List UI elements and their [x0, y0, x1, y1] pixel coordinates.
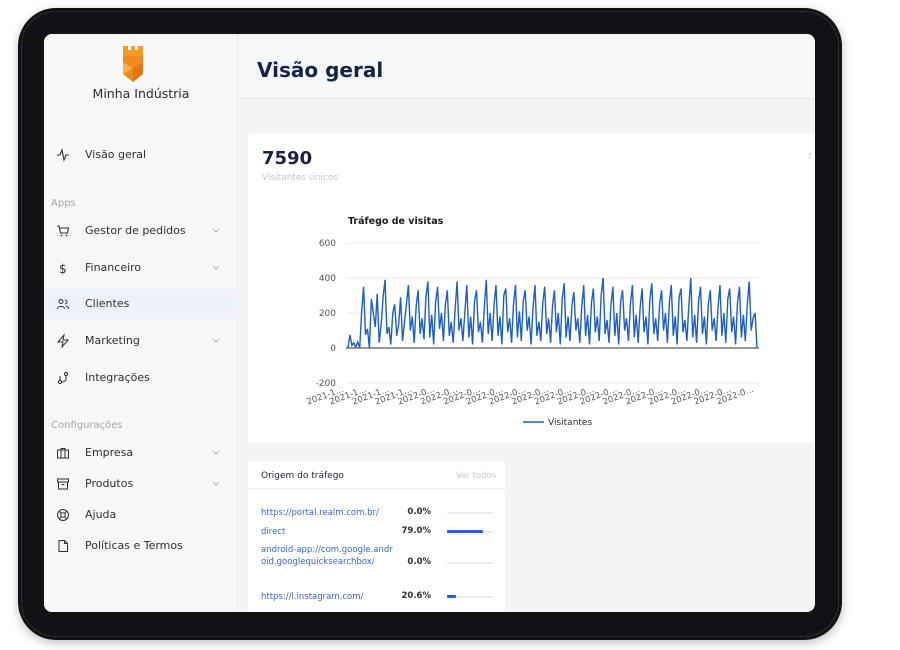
chevron-down-icon[interactable] — [212, 226, 220, 234]
visitors-card: 7590 Visitantes únicos 7 Tráfego de visi… — [248, 134, 815, 443]
y-tick-label: 200 — [319, 309, 336, 319]
corner-value: 7 — [807, 152, 813, 161]
chevron-down-icon[interactable] — [212, 479, 220, 487]
traffic-card-header: Origem do tráfego Ver todos — [248, 461, 505, 489]
section-label-apps: Apps — [51, 198, 76, 209]
view-all-link[interactable]: Ver todos — [456, 471, 496, 481]
sidebar-item-clientes[interactable]: Clientes — [44, 289, 238, 319]
app-screen: Minha Indústria Visão geral Apps Gestor … — [44, 34, 815, 612]
sidebar-item-label: Integrações — [85, 371, 150, 384]
traffic-bar-fill — [447, 595, 457, 598]
svg-text:$: $ — [59, 262, 67, 275]
main-content: Visão geral 7590 Visitantes únicos 7 Trá… — [239, 34, 815, 612]
dollar-icon: $ — [59, 262, 67, 275]
traffic-source-bar — [447, 530, 493, 533]
sidebar-item-label: Gestor de pedidos — [85, 224, 186, 237]
sidebar-item-ajuda[interactable]: Ajuda — [44, 500, 238, 530]
users-icon — [57, 299, 69, 310]
page-title: Visão geral — [257, 58, 384, 82]
y-tick-label: 600 — [319, 239, 336, 249]
traffic-source-link[interactable]: https://l.instagram.com/ — [261, 591, 396, 603]
zap-icon — [56, 334, 70, 348]
traffic-bar-fill — [447, 530, 484, 533]
sidebar-item-gestor-de-pedidos[interactable]: Gestor de pedidos — [44, 216, 238, 246]
sidebar-item-integracoes[interactable]: Integrações — [44, 363, 238, 393]
traffic-card-title: Origem do tráfego — [261, 471, 344, 481]
sidebar-item-label: Clientes — [85, 297, 130, 310]
traffic-source-pct: 0.0% — [407, 557, 431, 567]
traffic-source-pct: 20.6% — [401, 591, 432, 601]
chevron-down-icon[interactable] — [212, 263, 220, 271]
sidebar-item-label: Visão geral — [85, 148, 147, 161]
activity-icon — [57, 148, 69, 162]
traffic-source-pct: 79.0% — [401, 526, 432, 536]
chevron-down-icon[interactable] — [212, 336, 220, 344]
sidebar-item-empresa[interactable]: Empresa — [44, 438, 238, 468]
brand-logo-icon — [123, 46, 143, 82]
sidebar-item-label: Marketing — [85, 334, 140, 347]
traffic-source-bar — [447, 562, 493, 564]
unique-visitors-label: Visitantes únicos — [262, 173, 339, 183]
traffic-source-pct: 0.0% — [407, 507, 431, 517]
cart-icon — [57, 225, 70, 237]
sidebar-item-label: Produtos — [85, 477, 134, 490]
sidebar-item-label: Empresa — [85, 446, 134, 459]
traffic-source-link[interactable]: https://portal.realm.com.br/ — [261, 507, 396, 519]
traffic-chart: Tráfego de visitas 6004002000-200 2021-1… — [305, 216, 759, 428]
file-icon — [58, 540, 68, 552]
integration-icon — [58, 372, 68, 384]
sidebar-item-politicas-e-termos[interactable]: Políticas e Termos — [44, 531, 238, 561]
traffic-source-bar — [447, 595, 493, 598]
y-tick-label: 0 — [330, 344, 336, 354]
sidebar-item-financeiro[interactable]: $ Financeiro — [44, 253, 238, 283]
sidebar-item-marketing[interactable]: Marketing — [44, 326, 238, 356]
archive-icon — [57, 478, 69, 490]
sidebar-item-visao-geral[interactable]: Visão geral — [44, 140, 238, 170]
top-bar: Visão geral — [239, 34, 815, 99]
sidebar-item-produtos[interactable]: Produtos — [44, 469, 238, 499]
unique-visitors-value: 7590 — [262, 148, 313, 169]
chevron-down-icon[interactable] — [212, 448, 220, 456]
tablet-frame: Minha Indústria Visão geral Apps Gestor … — [18, 8, 842, 640]
sidebar-item-label: Ajuda — [85, 508, 117, 521]
section-label-configuracoes: Configurações — [51, 420, 123, 431]
lifebuoy-icon — [57, 509, 69, 521]
traffic-origin-card: Origem do tráfego Ver todos https://port… — [248, 461, 505, 612]
y-tick-label: 400 — [319, 274, 336, 284]
sidebar-item-label: Políticas e Termos — [85, 539, 183, 552]
sidebar-item-label: Financeiro — [85, 261, 142, 274]
traffic-source-bar — [447, 512, 493, 514]
chart-title: Tráfego de visitas — [348, 216, 444, 227]
brand-name: Minha Indústria — [92, 86, 190, 101]
briefcase-icon — [57, 448, 69, 459]
traffic-source-link[interactable]: direct — [261, 526, 396, 538]
sidebar: Minha Indústria Visão geral Apps Gestor … — [44, 34, 238, 612]
traffic-source-link[interactable]: android-app://com.google.android.googleq… — [261, 544, 396, 568]
legend-label: Visitantes — [548, 418, 592, 428]
